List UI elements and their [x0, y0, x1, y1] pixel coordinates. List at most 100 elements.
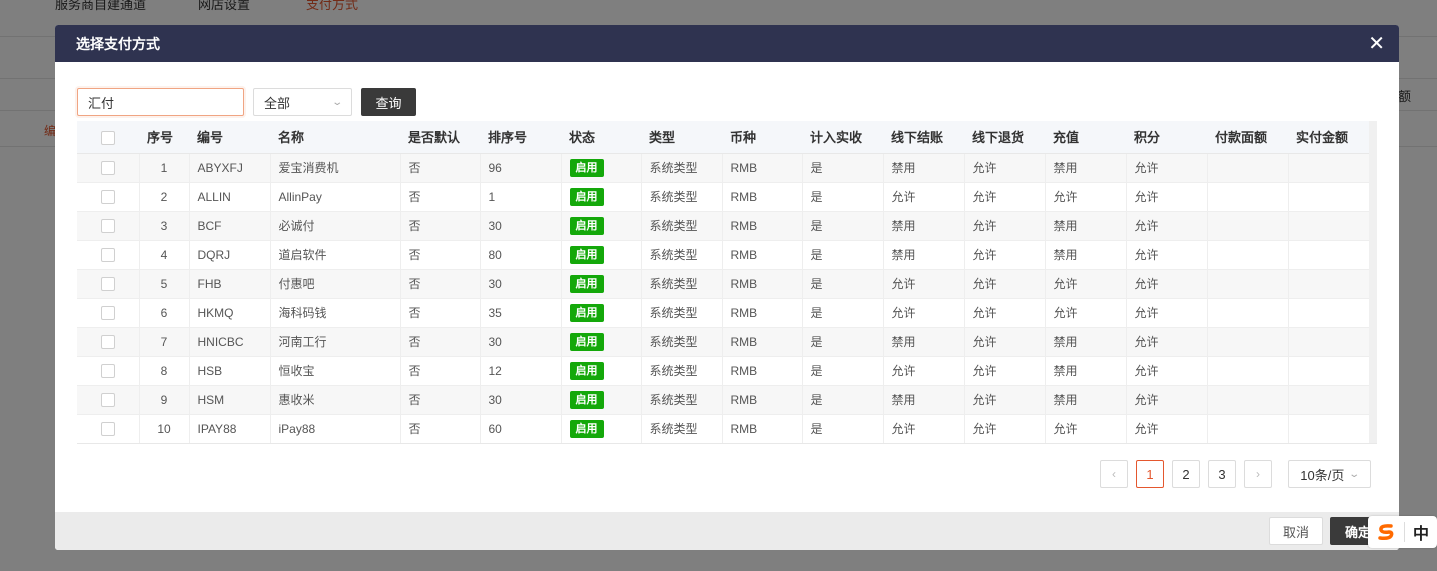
row-checkbox[interactable]	[77, 385, 139, 415]
cell-code: FHB	[188, 269, 270, 299]
cell-sort: 35	[479, 298, 561, 328]
table-row[interactable]: 1 ABYXFJ 爱宝消费机否 96 启用 系统类型 RMB 是禁用 允许 禁用 允许	[77, 153, 1369, 183]
status-badge: 启用	[569, 332, 604, 351]
cell-paid-amount	[1287, 327, 1369, 357]
cell-count-in: 是	[801, 153, 883, 183]
search-input[interactable]	[77, 88, 244, 116]
status-badge: 启用	[569, 361, 604, 380]
cell-recharge: 允许	[1044, 182, 1126, 212]
cell-name: iPay88	[269, 414, 400, 443]
cell-default: 否	[399, 327, 480, 357]
row-checkbox[interactable]	[77, 211, 139, 241]
cell-type: 系统类型	[640, 182, 722, 212]
cell-sort: 30	[479, 269, 561, 299]
cell-offline-checkout: 禁用	[882, 211, 964, 241]
cell-recharge: 允许	[1044, 298, 1126, 328]
table-row[interactable]: 7 HNICBC 河南工行否 30 启用 系统类型 RMB 是禁用 允许 禁用 允许	[77, 327, 1369, 357]
cell-offline-return: 允许	[963, 385, 1045, 415]
col-header: 名称	[270, 121, 400, 154]
row-checkbox[interactable]	[77, 182, 139, 212]
table-row[interactable]: 10 IPAY88 iPay88 否 60 启用 系统类型 RMB 是允许 允许 允许 允许	[77, 414, 1369, 443]
cell-face-value	[1206, 182, 1288, 212]
cell-offline-return: 允许	[963, 211, 1045, 241]
cell-paid-amount	[1287, 414, 1369, 443]
status-badge: 启用	[569, 245, 604, 264]
row-checkbox[interactable]	[77, 153, 139, 183]
cell-currency: RMB	[721, 240, 802, 270]
cell-sort: 30	[479, 385, 561, 415]
cell-offline-checkout: 禁用	[882, 385, 964, 415]
cell-face-value	[1206, 385, 1288, 415]
table-row[interactable]: 2 ALLIN AllinPay 否 1 启用 系统类型 RMB 是允许 允许 允许 允许	[77, 182, 1369, 212]
next-page-button[interactable]: ›	[1244, 460, 1272, 488]
cell-face-value	[1206, 153, 1288, 183]
cell-recharge: 禁用	[1044, 211, 1126, 241]
cell-count-in: 是	[801, 356, 883, 386]
type-filter-select[interactable]: 全部 ⌄	[253, 88, 352, 116]
table-row[interactable]: 8 HSB 恒收宝否 12 启用 系统类型 RMB 是允许 允许 禁用 允许	[77, 356, 1369, 386]
cell-default: 否	[399, 240, 480, 270]
col-header: 序号	[139, 121, 189, 154]
cell-default: 否	[399, 153, 480, 183]
dialog-footer: 取消 确定	[55, 512, 1399, 550]
cell-paid-amount	[1287, 240, 1369, 270]
select-all-checkbox[interactable]	[77, 121, 139, 154]
cell-code: ALLIN	[188, 182, 270, 212]
table-row[interactable]: 5 FHB 付惠吧否 30 启用 系统类型 RMB 是允许 允许 允许 允许	[77, 269, 1369, 299]
ime-toolbar[interactable]: 中	[1368, 516, 1437, 548]
col-header: 计入实收	[802, 121, 883, 154]
cell-recharge: 禁用	[1044, 385, 1126, 415]
table-row[interactable]: 4 DQRJ 道启软件否 80 启用 系统类型 RMB 是禁用 允许 禁用 允许	[77, 240, 1369, 270]
type-filter-value: 全部	[264, 95, 291, 111]
page-2-button[interactable]: 2	[1172, 460, 1200, 488]
cell-paid-amount	[1287, 153, 1369, 183]
divider	[1404, 522, 1405, 542]
cell-offline-return: 允许	[963, 298, 1045, 328]
cell-face-value	[1206, 414, 1288, 443]
cell-points: 允许	[1125, 414, 1207, 443]
cell-currency: RMB	[721, 153, 802, 183]
cell-code: ABYXFJ	[188, 153, 270, 183]
cell-name: 恒收宝	[269, 356, 400, 386]
page-3-button[interactable]: 3	[1208, 460, 1236, 488]
col-header: 状态	[561, 121, 641, 154]
cell-status: 启用	[560, 153, 641, 183]
row-checkbox[interactable]	[77, 327, 139, 357]
table-row[interactable]: 9 HSM 惠收米否 30 启用 系统类型 RMB 是禁用 允许 禁用 允许	[77, 385, 1369, 415]
table-scrollbar[interactable]	[1369, 121, 1377, 443]
row-checkbox[interactable]	[77, 269, 139, 299]
cell-code: HSB	[188, 356, 270, 386]
row-checkbox[interactable]	[77, 298, 139, 328]
status-badge: 启用	[569, 303, 604, 322]
prev-page-button[interactable]: ‹	[1100, 460, 1128, 488]
col-header: 充值	[1045, 121, 1126, 154]
cell-type: 系统类型	[640, 414, 722, 443]
dialog-title: 选择支付方式	[76, 35, 160, 52]
col-header: 是否默认	[400, 121, 480, 154]
close-icon[interactable]: ✕	[1368, 34, 1385, 54]
cancel-button[interactable]: 取消	[1269, 517, 1323, 545]
page-size-select[interactable]: 10条/页 ⌄	[1288, 460, 1371, 488]
cell-recharge: 禁用	[1044, 327, 1126, 357]
cell-sort: 96	[479, 153, 561, 183]
cell-default: 否	[399, 356, 480, 386]
row-checkbox[interactable]	[77, 356, 139, 386]
cell-status: 启用	[560, 327, 641, 357]
cell-recharge: 允许	[1044, 269, 1126, 299]
cell-paid-amount	[1287, 298, 1369, 328]
cell-name: 爱宝消费机	[269, 153, 400, 183]
cell-type: 系统类型	[640, 298, 722, 328]
cell-default: 否	[399, 414, 480, 443]
cell-type: 系统类型	[640, 269, 722, 299]
cell-no: 1	[138, 153, 189, 183]
row-checkbox[interactable]	[77, 414, 139, 443]
cell-code: DQRJ	[188, 240, 270, 270]
page-1-button[interactable]: 1	[1136, 460, 1164, 488]
cell-sort: 80	[479, 240, 561, 270]
cell-recharge: 允许	[1044, 414, 1126, 443]
query-button[interactable]: 查询	[361, 88, 416, 116]
table-row[interactable]: 6 HKMQ 海科码钱否 35 启用 系统类型 RMB 是允许 允许 允许 允许	[77, 298, 1369, 328]
row-checkbox[interactable]	[77, 240, 139, 270]
table-row[interactable]: 3 BCF 必诚付否 30 启用 系统类型 RMB 是禁用 允许 禁用 允许	[77, 211, 1369, 241]
page-size-value: 10条/页	[1300, 467, 1345, 483]
